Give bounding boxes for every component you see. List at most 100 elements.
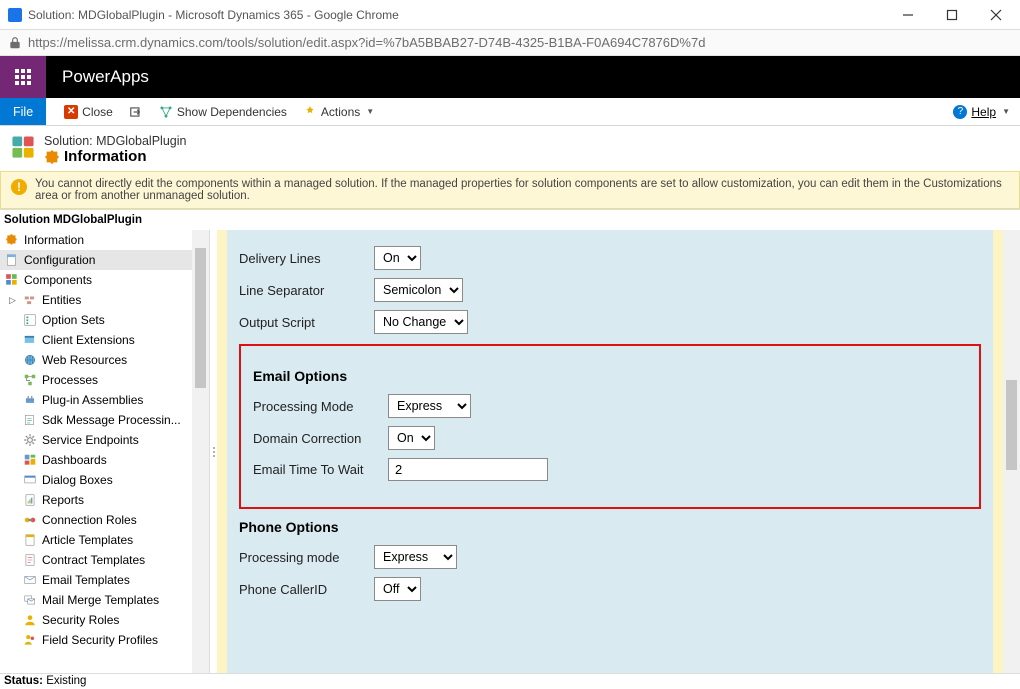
sidebar-item-mail-merge-templates[interactable]: Mail Merge Templates [0,590,192,610]
actions-menu-button[interactable]: Actions ▼ [295,98,382,125]
content-scrollbar[interactable] [1003,230,1020,673]
dependencies-icon [159,105,173,119]
chevron-down-icon: ▼ [366,107,374,116]
field-email-processing-mode: Processing Mode Express [253,394,967,418]
sidebar-item-reports[interactable]: Reports [0,490,192,510]
sidebar-item-label: Components [24,272,92,288]
select-email-processing-mode[interactable]: Express [388,394,471,418]
sidebar-item-information[interactable]: Information [0,230,192,250]
sidebar-item-label: Processes [42,372,98,388]
sdk-icon [22,413,37,428]
sidebar-item-connection-roles[interactable]: Connection Roles [0,510,192,530]
sidebar-item-sdk-messages[interactable]: Sdk Message Processin... [0,410,192,430]
maximize-button[interactable] [930,1,974,29]
chevron-down-icon: ▼ [1002,107,1010,116]
brand-label: PowerApps [46,56,165,98]
sidebar-scrollbar[interactable] [192,230,209,673]
label-delivery-lines: Delivery Lines [239,251,374,266]
close-action-button[interactable]: ✕ Close [56,98,121,125]
sidebar-item-components[interactable]: Components [0,270,192,290]
sidebar-item-security-roles[interactable]: Security Roles [0,610,192,630]
entities-icon [22,293,37,308]
sidebar: Information Configuration Components ▷ E… [0,230,192,673]
solution-name: MDGlobalPlugin [96,134,186,148]
sidebar-item-label: Client Extensions [42,332,135,348]
sidebar-item-option-sets[interactable]: Option Sets [0,310,192,330]
reports-icon [22,493,37,508]
mail-merge-icon [22,593,37,608]
file-menu-button[interactable]: File [0,98,46,125]
solution-icon [10,134,36,160]
select-delivery-lines[interactable]: On [374,246,421,270]
content-area: Delivery Lines On Line Separator Semicol… [217,230,1020,673]
sidebar-item-label: Service Endpoints [42,432,139,448]
waffle-icon [15,69,31,85]
help-label: Help [971,105,996,119]
sidebar-item-label: Mail Merge Templates [42,592,159,608]
window-title: Solution: MDGlobalPlugin - Microsoft Dyn… [28,8,886,22]
sidebar-item-service-endpoints[interactable]: Service Endpoints [0,430,192,450]
sidebar-item-dialog-boxes[interactable]: Dialog Boxes [0,470,192,490]
actions-icon [303,105,317,119]
warning-text: You cannot directly edit the components … [35,178,1009,202]
input-email-time-to-wait[interactable] [388,458,548,481]
sidebar-item-client-extensions[interactable]: Client Extensions [0,330,192,350]
sidebar-item-label: Option Sets [42,312,105,328]
label-line-separator: Line Separator [239,283,374,298]
field-output-script: Output Script No Change [239,310,981,334]
section-title: Information [64,148,147,165]
connection-roles-icon [22,513,37,528]
select-output-script[interactable]: No Change [374,310,468,334]
security-roles-icon [22,613,37,628]
sidebar-item-label: Dashboards [42,452,107,468]
field-delivery-lines: Delivery Lines On [239,246,981,270]
sidebar-item-label: Connection Roles [42,512,137,528]
sidebar-item-label: Configuration [24,252,95,268]
select-domain-correction[interactable]: On [388,426,435,450]
option-sets-icon [22,313,37,328]
sidebar-item-processes[interactable]: Processes [0,370,192,390]
dialog-icon [22,473,37,488]
sidebar-item-contract-templates[interactable]: Contract Templates [0,550,192,570]
app-launcher-button[interactable] [0,56,46,98]
puzzle-icon [4,233,19,248]
label-phone-callerid: Phone CallerID [239,582,374,597]
processes-icon [22,373,37,388]
splitter-handle[interactable] [210,230,217,673]
address-bar[interactable]: https://melissa.crm.dynamics.com/tools/s… [0,30,1020,56]
sidebar-item-plugin-assemblies[interactable]: Plug-in Assemblies [0,390,192,410]
field-email-time-to-wait: Email Time To Wait [253,458,967,481]
sidebar-item-label: Dialog Boxes [42,472,113,488]
select-phone-processing-mode[interactable]: Express [374,545,457,569]
close-label: Close [82,105,113,119]
expand-icon[interactable]: ▷ [8,292,17,308]
close-icon: ✕ [64,105,78,119]
label-phone-processing-mode: Processing mode [239,550,374,565]
export-button[interactable] [121,98,151,125]
sidebar-item-label: Entities [42,292,81,308]
export-icon [129,105,143,119]
minimize-button[interactable] [886,1,930,29]
warning-banner: ! You cannot directly edit the component… [0,171,1020,209]
help-icon: ? [953,105,967,119]
sidebar-item-email-templates[interactable]: Email Templates [0,570,192,590]
app-header: PowerApps [0,56,1020,98]
sidebar-item-field-security-profiles[interactable]: Field Security Profiles [0,630,192,650]
select-phone-callerid[interactable]: Off [374,577,421,601]
field-domain-correction: Domain Correction On [253,426,967,450]
sidebar-item-dashboards[interactable]: Dashboards [0,450,192,470]
sidebar-item-entities[interactable]: ▷ Entities [0,290,192,310]
show-dependencies-button[interactable]: Show Dependencies [151,98,295,125]
help-button[interactable]: ? Help ▼ [953,105,1010,119]
sidebar-item-article-templates[interactable]: Article Templates [0,530,192,550]
favicon [8,8,22,22]
field-phone-processing-mode: Processing mode Express [239,545,981,569]
close-button[interactable] [974,1,1018,29]
page-icon [4,253,19,268]
plugin-icon [22,393,37,408]
sidebar-item-configuration[interactable]: Configuration [0,250,192,270]
nav-title: Solution MDGlobalPlugin [0,209,1020,230]
select-line-separator[interactable]: Semicolon [374,278,463,302]
field-security-icon [22,633,37,648]
sidebar-item-web-resources[interactable]: Web Resources [0,350,192,370]
